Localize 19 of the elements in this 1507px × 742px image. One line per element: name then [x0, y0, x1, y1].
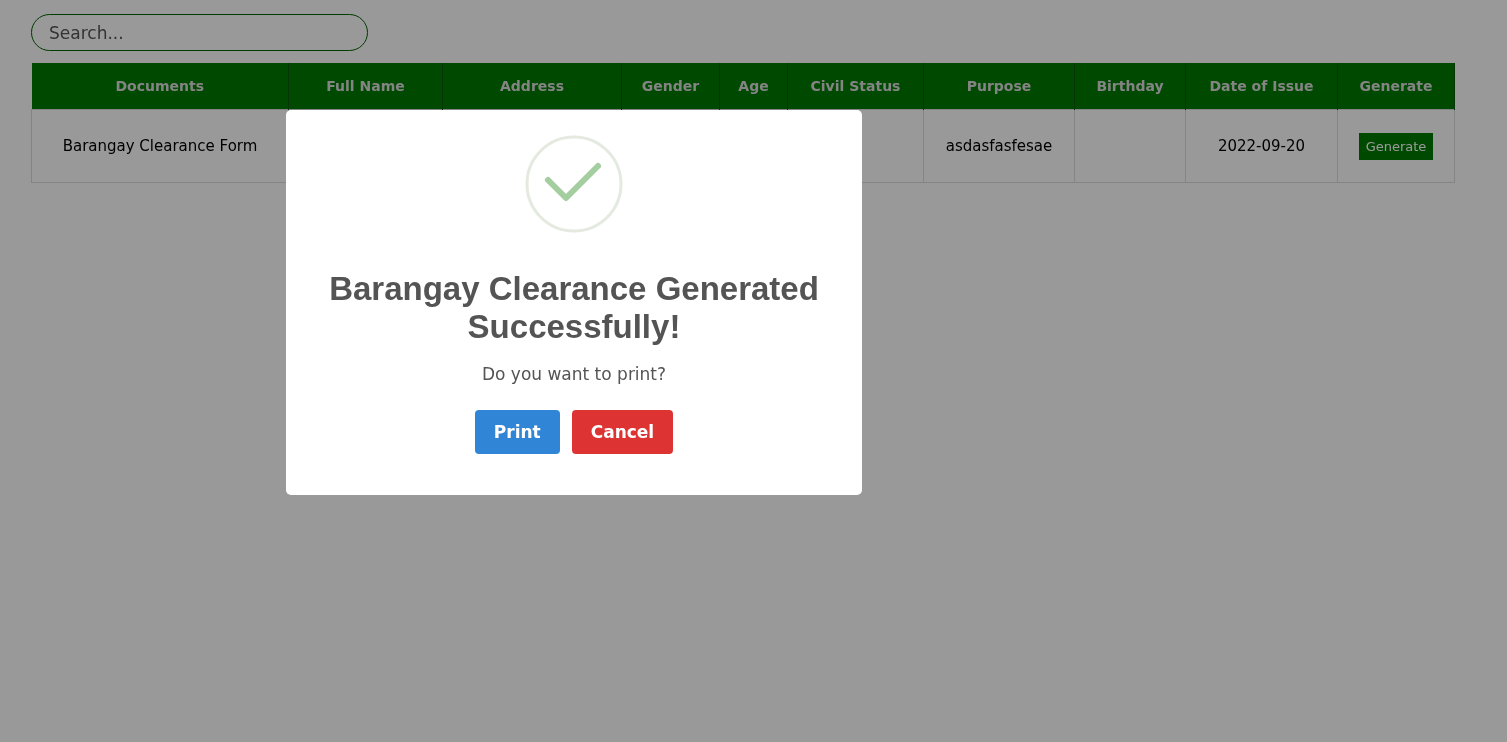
- column-header: Date of Issue: [1185, 63, 1338, 110]
- column-header: Generate: [1337, 63, 1455, 110]
- cancel-button[interactable]: Cancel: [571, 410, 674, 454]
- column-header: Gender: [621, 63, 720, 110]
- column-header: Purpose: [923, 63, 1075, 110]
- column-header: Documents: [31, 63, 289, 110]
- dialog-title: Barangay Clearance Generated Successfully!: [328, 270, 820, 346]
- column-header: Address: [442, 63, 622, 110]
- table-cell: 2022-09-20: [1185, 109, 1338, 183]
- column-header: Birthday: [1074, 63, 1186, 110]
- print-button[interactable]: Print: [474, 410, 560, 454]
- generate-button[interactable]: Generate: [1358, 132, 1434, 160]
- column-header: Civil Status: [787, 63, 924, 110]
- search-field[interactable]: Search...: [31, 14, 368, 51]
- column-header: Full Name: [288, 63, 443, 110]
- dialog-message: Do you want to print?: [481, 364, 667, 384]
- success-check-icon: [524, 134, 624, 234]
- column-header: Age: [719, 63, 788, 110]
- table-cell: asdasfasfesae: [923, 109, 1075, 183]
